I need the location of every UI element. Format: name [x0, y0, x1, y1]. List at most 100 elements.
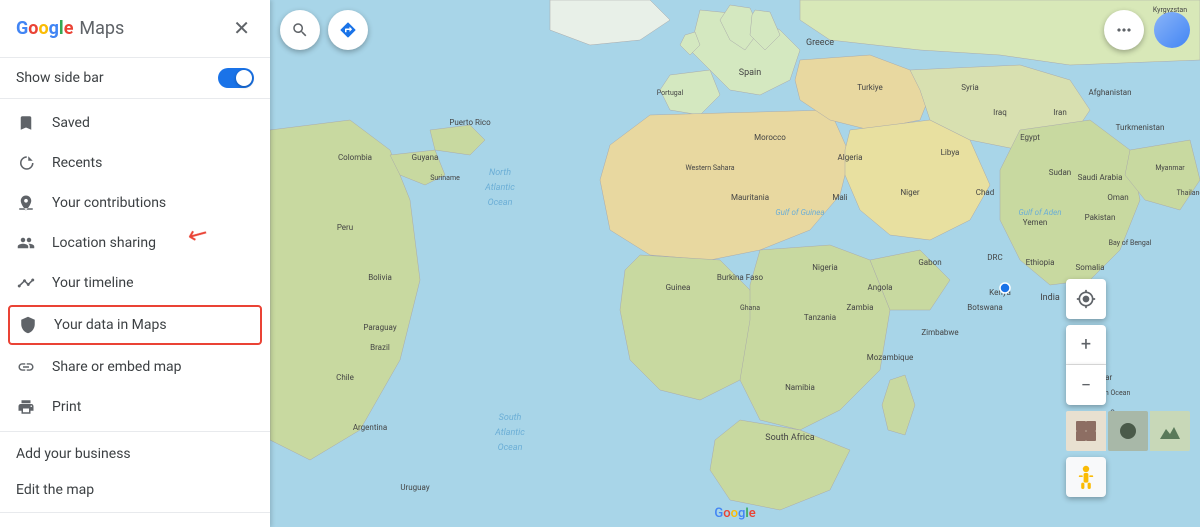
svg-text:Saudi Arabia: Saudi Arabia [1078, 173, 1123, 182]
svg-text:Egypt: Egypt [1020, 133, 1040, 142]
history-icon [16, 153, 36, 173]
svg-text:India: India [1040, 293, 1060, 303]
svg-text:Bolivia: Bolivia [368, 273, 392, 282]
svg-text:Afghanistan: Afghanistan [1088, 88, 1131, 97]
contributions-icon [16, 193, 36, 213]
map-svg: Spain Morocco Algeria Libya Egypt Maurit… [270, 0, 1200, 527]
sidebar-item-print[interactable]: Print [0, 387, 270, 427]
zoom-out-icon: − [1081, 375, 1091, 396]
svg-text:Mali: Mali [832, 193, 847, 202]
map-area[interactable]: Spain Morocco Algeria Libya Egypt Maurit… [270, 0, 1200, 527]
google-watermark: Google [714, 506, 755, 521]
map-directions-button[interactable] [328, 10, 368, 50]
sidebar-item-location-sharing[interactable]: Location sharing [0, 223, 270, 263]
sidebar-item-saved[interactable]: Saved [0, 103, 270, 143]
sidebar-item-contributions[interactable]: Your contributions [0, 183, 270, 223]
zoom-out-button[interactable]: − [1066, 365, 1106, 405]
add-business-label: Add your business [16, 446, 131, 462]
map-bottom-right: + − [1066, 279, 1190, 497]
svg-text:Oman: Oman [1107, 193, 1128, 202]
sidebar-item-recents[interactable]: Recents [0, 143, 270, 183]
close-button[interactable]: ✕ [229, 12, 254, 45]
svg-text:Chile: Chile [336, 373, 354, 382]
svg-text:Spain: Spain [739, 68, 761, 78]
svg-text:Turkiye: Turkiye [857, 83, 883, 92]
svg-text:Mozambique: Mozambique [867, 353, 913, 362]
sidebar-item-share-embed[interactable]: Share or embed map [0, 347, 270, 387]
location-sharing-label: Location sharing [52, 235, 156, 251]
layer-terrain-button[interactable] [1150, 411, 1190, 451]
contributions-label: Your contributions [52, 195, 166, 211]
svg-text:Guinea: Guinea [666, 283, 691, 292]
svg-text:Mauritania: Mauritania [731, 193, 769, 202]
svg-text:Thailand: Thailand [1177, 189, 1200, 197]
layer-default-button[interactable] [1066, 411, 1106, 451]
share-embed-label: Share or embed map [52, 359, 181, 375]
sidebar-item-add-business[interactable]: Add your business [0, 436, 270, 472]
svg-text:Ghana: Ghana [740, 304, 760, 312]
layer-satellite-button[interactable] [1108, 411, 1148, 451]
svg-text:South Africa: South Africa [765, 433, 815, 443]
map-search-button[interactable] [280, 10, 320, 50]
sidebar-main-section: Saved Recents Your contributions Locatio… [0, 99, 270, 432]
sidebar-item-timeline[interactable]: Your timeline [0, 263, 270, 303]
svg-text:Greece: Greece [806, 38, 834, 48]
sidebar-item-tips[interactable]: Tips and tricks [0, 521, 270, 527]
layer-buttons [1066, 411, 1190, 451]
zoom-in-button[interactable]: + [1066, 325, 1106, 365]
svg-text:Botswana: Botswana [967, 303, 1002, 312]
sidebar-flat-section: Add your business Edit the map [0, 432, 270, 513]
svg-text:South: South [499, 413, 522, 423]
user-avatar[interactable] [1154, 12, 1190, 48]
svg-text:Pakistan: Pakistan [1085, 213, 1116, 222]
sidebar-item-your-data[interactable]: Your data in Maps [8, 305, 262, 345]
shield-icon [18, 315, 38, 335]
recents-label: Recents [52, 155, 102, 171]
svg-text:DRC: DRC [987, 253, 1002, 262]
sidebar-header: Google Maps ✕ [0, 0, 270, 58]
link-icon [16, 357, 36, 377]
svg-text:Peru: Peru [337, 223, 353, 232]
svg-text:Namibia: Namibia [785, 383, 815, 392]
svg-text:Chad: Chad [976, 188, 994, 197]
apps-button[interactable] [1104, 10, 1144, 50]
maps-text: Maps [79, 18, 124, 39]
svg-text:Syria: Syria [961, 83, 979, 92]
map-top-right [1104, 10, 1190, 50]
svg-text:Angola: Angola [868, 283, 893, 292]
svg-text:Morocco: Morocco [754, 133, 786, 142]
google-logo: Google [16, 18, 73, 39]
svg-text:Colombia: Colombia [338, 153, 372, 162]
svg-text:Turkmenistan: Turkmenistan [1116, 123, 1165, 132]
print-label: Print [52, 399, 81, 415]
svg-text:Guyana: Guyana [412, 153, 439, 162]
svg-text:Gulf of Guinea: Gulf of Guinea [775, 208, 824, 217]
svg-text:Portugal: Portugal [657, 89, 684, 97]
svg-text:Sudan: Sudan [1049, 168, 1071, 177]
svg-text:Western Sahara: Western Sahara [685, 164, 734, 172]
bookmark-icon [16, 113, 36, 133]
svg-text:Atlantic: Atlantic [494, 428, 525, 438]
map-top-bar [280, 10, 368, 50]
svg-text:Tanzania: Tanzania [804, 313, 836, 322]
svg-text:Iraq: Iraq [993, 108, 1007, 117]
svg-text:Ocean: Ocean [498, 443, 523, 453]
pegman-button[interactable] [1066, 457, 1106, 497]
people-icon [16, 233, 36, 253]
svg-text:Yemen: Yemen [1023, 218, 1047, 227]
svg-text:Gulf of Aden: Gulf of Aden [1018, 208, 1061, 217]
svg-text:North: North [489, 168, 511, 178]
svg-text:Libya: Libya [941, 148, 960, 157]
location-button[interactable] [1066, 279, 1106, 319]
sidebar-item-edit-map[interactable]: Edit the map [0, 472, 270, 508]
show-sidebar-toggle[interactable] [218, 68, 254, 88]
svg-text:Paraguay: Paraguay [363, 323, 396, 332]
show-sidebar-label: Show side bar [16, 70, 104, 86]
show-sidebar-row: Show side bar [0, 58, 270, 99]
svg-text:Ocean: Ocean [488, 198, 513, 208]
print-icon [16, 397, 36, 417]
svg-text:Myanmar: Myanmar [1155, 164, 1185, 172]
svg-text:Niger: Niger [900, 188, 919, 197]
edit-map-label: Edit the map [16, 482, 94, 498]
svg-text:Suriname: Suriname [430, 174, 460, 182]
